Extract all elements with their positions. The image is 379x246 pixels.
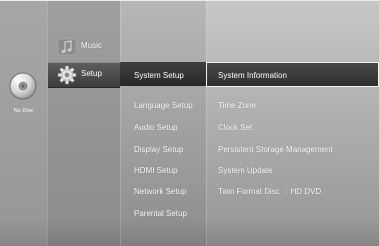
setup-menu-screen: No Disc Music Setup System Setup Languag… xyxy=(0,0,379,246)
disc-icon xyxy=(9,72,37,100)
submenu-item-network-setup[interactable]: Network Setup xyxy=(134,187,186,196)
category-music-label: Music xyxy=(81,41,102,50)
option-clock-set[interactable]: Clock Set xyxy=(218,123,252,132)
submenu-item-display-setup[interactable]: Display Setup xyxy=(134,145,183,154)
option-persistent-storage-management[interactable]: Persistent Storage Management xyxy=(218,145,333,154)
top-border xyxy=(0,0,379,1)
submenu-item-audio-setup[interactable]: Audio Setup xyxy=(134,123,178,132)
option-system-update[interactable]: System Update xyxy=(218,166,273,175)
submenu-item-parental-setup[interactable]: Parental Setup xyxy=(134,209,187,218)
category-setup-label: Setup xyxy=(81,69,102,78)
disc-status-label: No Disc xyxy=(13,108,34,114)
category-setup[interactable]: Setup xyxy=(48,62,120,88)
bottom-shade xyxy=(0,218,379,246)
category-music[interactable]: Music xyxy=(48,35,120,59)
submenu-item-system-setup[interactable]: System Setup xyxy=(134,71,184,80)
disc-column xyxy=(0,0,47,246)
option-time-zone[interactable]: Time Zone xyxy=(218,101,256,110)
option-system-information[interactable]: System Information xyxy=(218,71,287,80)
music-note-icon xyxy=(57,38,77,56)
column-divider xyxy=(120,0,121,246)
submenu-item-language-setup[interactable]: Language Setup xyxy=(134,101,193,110)
gear-icon xyxy=(57,65,77,85)
submenu-item-hdmi-setup[interactable]: HDMI Setup xyxy=(134,166,178,175)
option-twin-format-disc[interactable]: Twin Format Disc xyxy=(218,187,280,196)
twin-format-disc-value: : HD DVD xyxy=(286,187,322,196)
column-divider xyxy=(206,0,207,246)
disc-status: No Disc xyxy=(8,71,38,114)
